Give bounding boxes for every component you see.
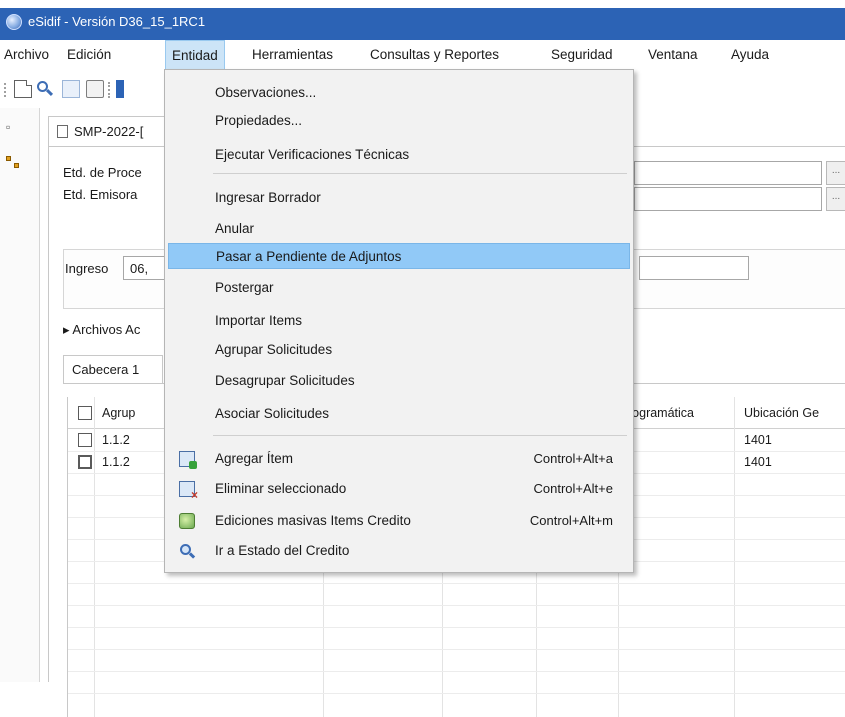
menu-entidad[interactable]: Entidad [165,40,225,70]
menu-separator [213,435,627,436]
archivos-adjuntos-toggle[interactable]: ▸ Archivos Ac [63,322,140,338]
row-agrup: 1.1.2 [102,455,130,469]
menu-item-ingresar-borrador[interactable]: Ingresar Borrador [165,185,633,211]
menu-edicion[interactable]: Edición [67,47,111,62]
etd-emisora-label: Etd. Emisora [63,187,138,202]
entidad-dropdown-menu: Observaciones... Propiedades... Ejecutar… [164,69,634,573]
tab-cabecera-1[interactable]: Cabecera 1 [63,355,163,383]
shortcut-agregar-item: Control+Alt+a [533,451,614,466]
row-divider [68,693,845,694]
row-ubicacion: 1401 [744,455,772,469]
document-tab-label: SMP-2022-[ [74,124,144,139]
menu-item-importar-items[interactable]: Importar Items [165,308,633,334]
row-checkbox[interactable] [78,433,92,447]
toolbar-separator [108,82,110,98]
left-side-panel: ▫ [0,108,40,682]
etd-emisora-lookup-button[interactable]: ... [826,187,845,211]
row-divider [68,605,845,606]
menu-archivo[interactable]: Archivo [4,47,49,62]
restore-view-icon[interactable]: ▫ [6,120,20,134]
archivos-adjuntos-label: Archivos Ac [72,322,141,337]
menu-item-ejecutar-verificaciones[interactable]: Ejecutar Verificaciones Técnicas [165,142,633,168]
menu-item-pasar-pendiente-adjuntos[interactable]: Pasar a Pendiente de Adjuntos [168,243,630,269]
mass-edit-icon [179,513,195,529]
toolbar-extra-icon[interactable] [116,80,124,98]
header-ubicacion[interactable]: Ubicación Ge [744,406,819,420]
top-strip [0,0,845,8]
row-divider [68,671,845,672]
app-logo-icon [6,14,22,30]
menu-ayuda[interactable]: Ayuda [731,47,769,62]
save-icon[interactable] [62,80,80,98]
search-icon[interactable] [36,80,54,98]
title-bar: eSidif - Versión D36_15_1RC1 [0,0,845,40]
column-divider [734,397,735,717]
new-document-icon[interactable] [14,80,32,98]
header-agrup[interactable]: Agrup [102,406,135,420]
hierarchy-icon[interactable] [6,156,22,170]
menu-item-desagrupar-solicitudes[interactable]: Desagrupar Solicitudes [165,368,633,394]
menu-item-eliminar-seleccionado[interactable]: Eliminar seleccionado Control+Alt+e [165,476,633,502]
menu-item-observaciones[interactable]: Observaciones... [165,80,633,106]
menu-consultas-reportes[interactable]: Consultas y Reportes [370,47,499,62]
ingreso-label: Ingreso [65,261,109,276]
menu-bar: Archivo Edición Entidad Herramientas Con… [0,40,845,70]
row-divider [68,627,845,628]
etd-proceso-label: Etd. de Proce [63,165,142,180]
menu-item-anular[interactable]: Anular [165,216,633,242]
shortcut-ediciones-masivas: Control+Alt+m [529,513,613,528]
menu-item-postergar[interactable]: Postergar [165,275,633,301]
menu-ventana[interactable]: Ventana [648,47,698,62]
delete-selected-icon [179,481,198,502]
add-item-icon [179,451,197,469]
shortcut-eliminar-seleccionado: Control+Alt+e [533,481,614,496]
row-checkbox[interactable] [78,455,92,469]
menu-separator [213,173,627,174]
ingreso-extra-field[interactable] [639,256,749,280]
etd-emisora-field[interactable] [634,187,822,211]
menu-seguridad[interactable]: Seguridad [551,47,613,62]
row-divider [68,649,845,650]
window-title: eSidif - Versión D36_15_1RC1 [28,14,206,29]
credit-state-search-icon [179,543,196,559]
row-agrup: 1.1.2 [102,433,130,447]
row-ubicacion: 1401 [744,433,772,447]
document-icon [57,125,68,138]
menu-item-agrupar-solicitudes[interactable]: Agrupar Solicitudes [165,337,633,363]
ingreso-date-value: 06, [130,261,149,276]
select-all-checkbox[interactable] [78,406,92,420]
column-divider [94,397,95,717]
tab-cabecera-1-label: Cabecera 1 [72,362,140,377]
header-programatica[interactable]: rogramática [628,406,694,420]
row-divider [68,583,845,584]
menu-item-asociar-solicitudes[interactable]: Asociar Solicitudes [165,401,633,427]
toolbar-grip[interactable] [4,83,6,97]
menu-item-propiedades[interactable]: Propiedades... [165,108,633,134]
menu-item-agregar-item[interactable]: Agregar Ítem Control+Alt+a [165,446,633,472]
menu-item-ediciones-masivas[interactable]: Ediciones masivas Items Credito Control+… [165,508,633,534]
etd-proceso-field[interactable] [634,161,822,185]
menu-item-ir-estado-credito[interactable]: Ir a Estado del Credito [165,538,633,564]
menu-herramientas[interactable]: Herramientas [252,47,333,62]
document-tab[interactable]: SMP-2022-[ [48,116,178,146]
etd-proceso-lookup-button[interactable]: ... [826,161,845,185]
print-icon[interactable] [86,80,104,98]
